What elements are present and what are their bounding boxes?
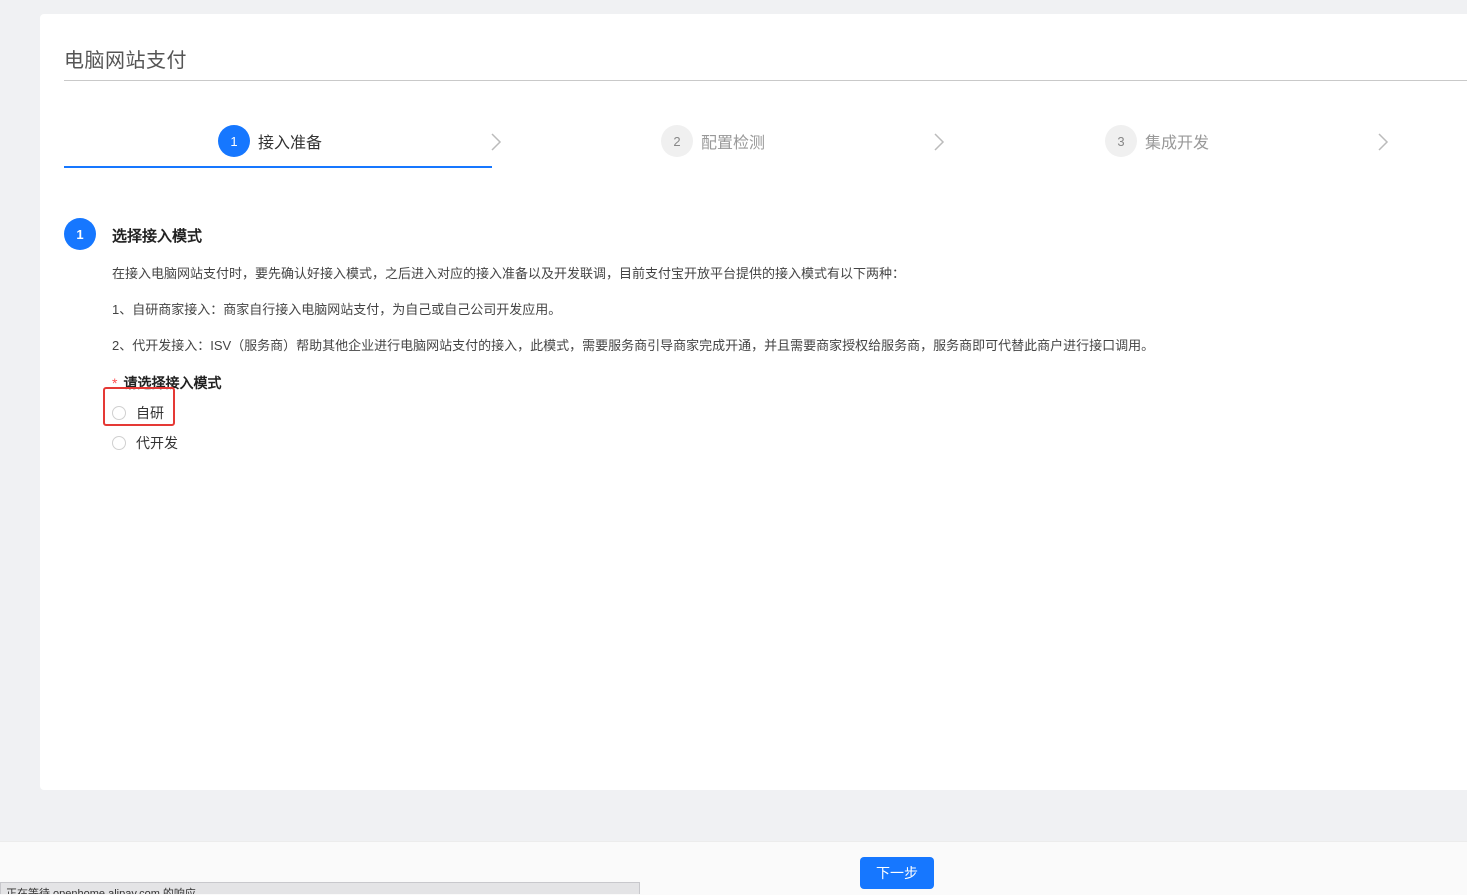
step-label: 接入准备 [258, 135, 323, 152]
chevron-right-icon [491, 133, 502, 151]
radio-label: 自研 [136, 405, 164, 421]
step-number: 1 [218, 125, 250, 157]
radio-button[interactable] [112, 436, 126, 450]
step-integration-dev[interactable]: 3 集成开发 [1105, 114, 1209, 168]
chevron-right-icon [934, 133, 945, 151]
access-mode-label: * 请选择接入模式 [112, 373, 221, 393]
step-config-check[interactable]: 2 配置检测 [661, 114, 765, 168]
step-label: 配置检测 [701, 135, 766, 152]
self-dev-description: 1、自研商家接入：商家自行接入电脑网站支付，为自己或自己公司开发应用。 [112, 302, 562, 317]
access-mode-label-text: 请选择接入模式 [123, 375, 222, 391]
section-number: 1 [64, 218, 96, 250]
title-divider [64, 80, 1467, 81]
radio-option-agent-dev[interactable]: 代开发 [112, 433, 178, 453]
step-access-prep[interactable]: 1 接入准备 [218, 114, 322, 168]
step-number: 2 [661, 125, 693, 157]
status-text: 正在等待 openhome.alipay.com 的响应... [6, 888, 206, 894]
radio-label: 代开发 [136, 435, 178, 451]
required-mark: * [112, 375, 118, 391]
step-number: 3 [1105, 125, 1137, 157]
intro-paragraph: 在接入电脑网站支付时，要先确认好接入模式，之后进入对应的接入准备以及开发联调，目… [112, 266, 906, 281]
page-title: 电脑网站支付 [64, 50, 187, 72]
main-card: 电脑网站支付 1 接入准备 2 配置检测 3 集成开发 1 选择接入模式 在接入… [40, 14, 1467, 790]
radio-option-self-dev[interactable]: 自研 [112, 403, 164, 423]
active-step-underline [64, 166, 492, 168]
chevron-right-icon [1378, 133, 1389, 151]
step-label: 集成开发 [1145, 135, 1210, 152]
next-step-button[interactable]: 下一步 [860, 857, 934, 889]
radio-button[interactable] [112, 406, 126, 420]
steps-bar: 1 接入准备 2 配置检测 3 集成开发 [64, 114, 1467, 170]
section-title: 选择接入模式 [112, 228, 203, 245]
browser-status-bar: 正在等待 openhome.alipay.com 的响应... [0, 882, 640, 894]
agent-dev-description: 2、代开发接入：ISV（服务商）帮助其他企业进行电脑网站支付的接入，此模式，需要… [112, 338, 1155, 353]
